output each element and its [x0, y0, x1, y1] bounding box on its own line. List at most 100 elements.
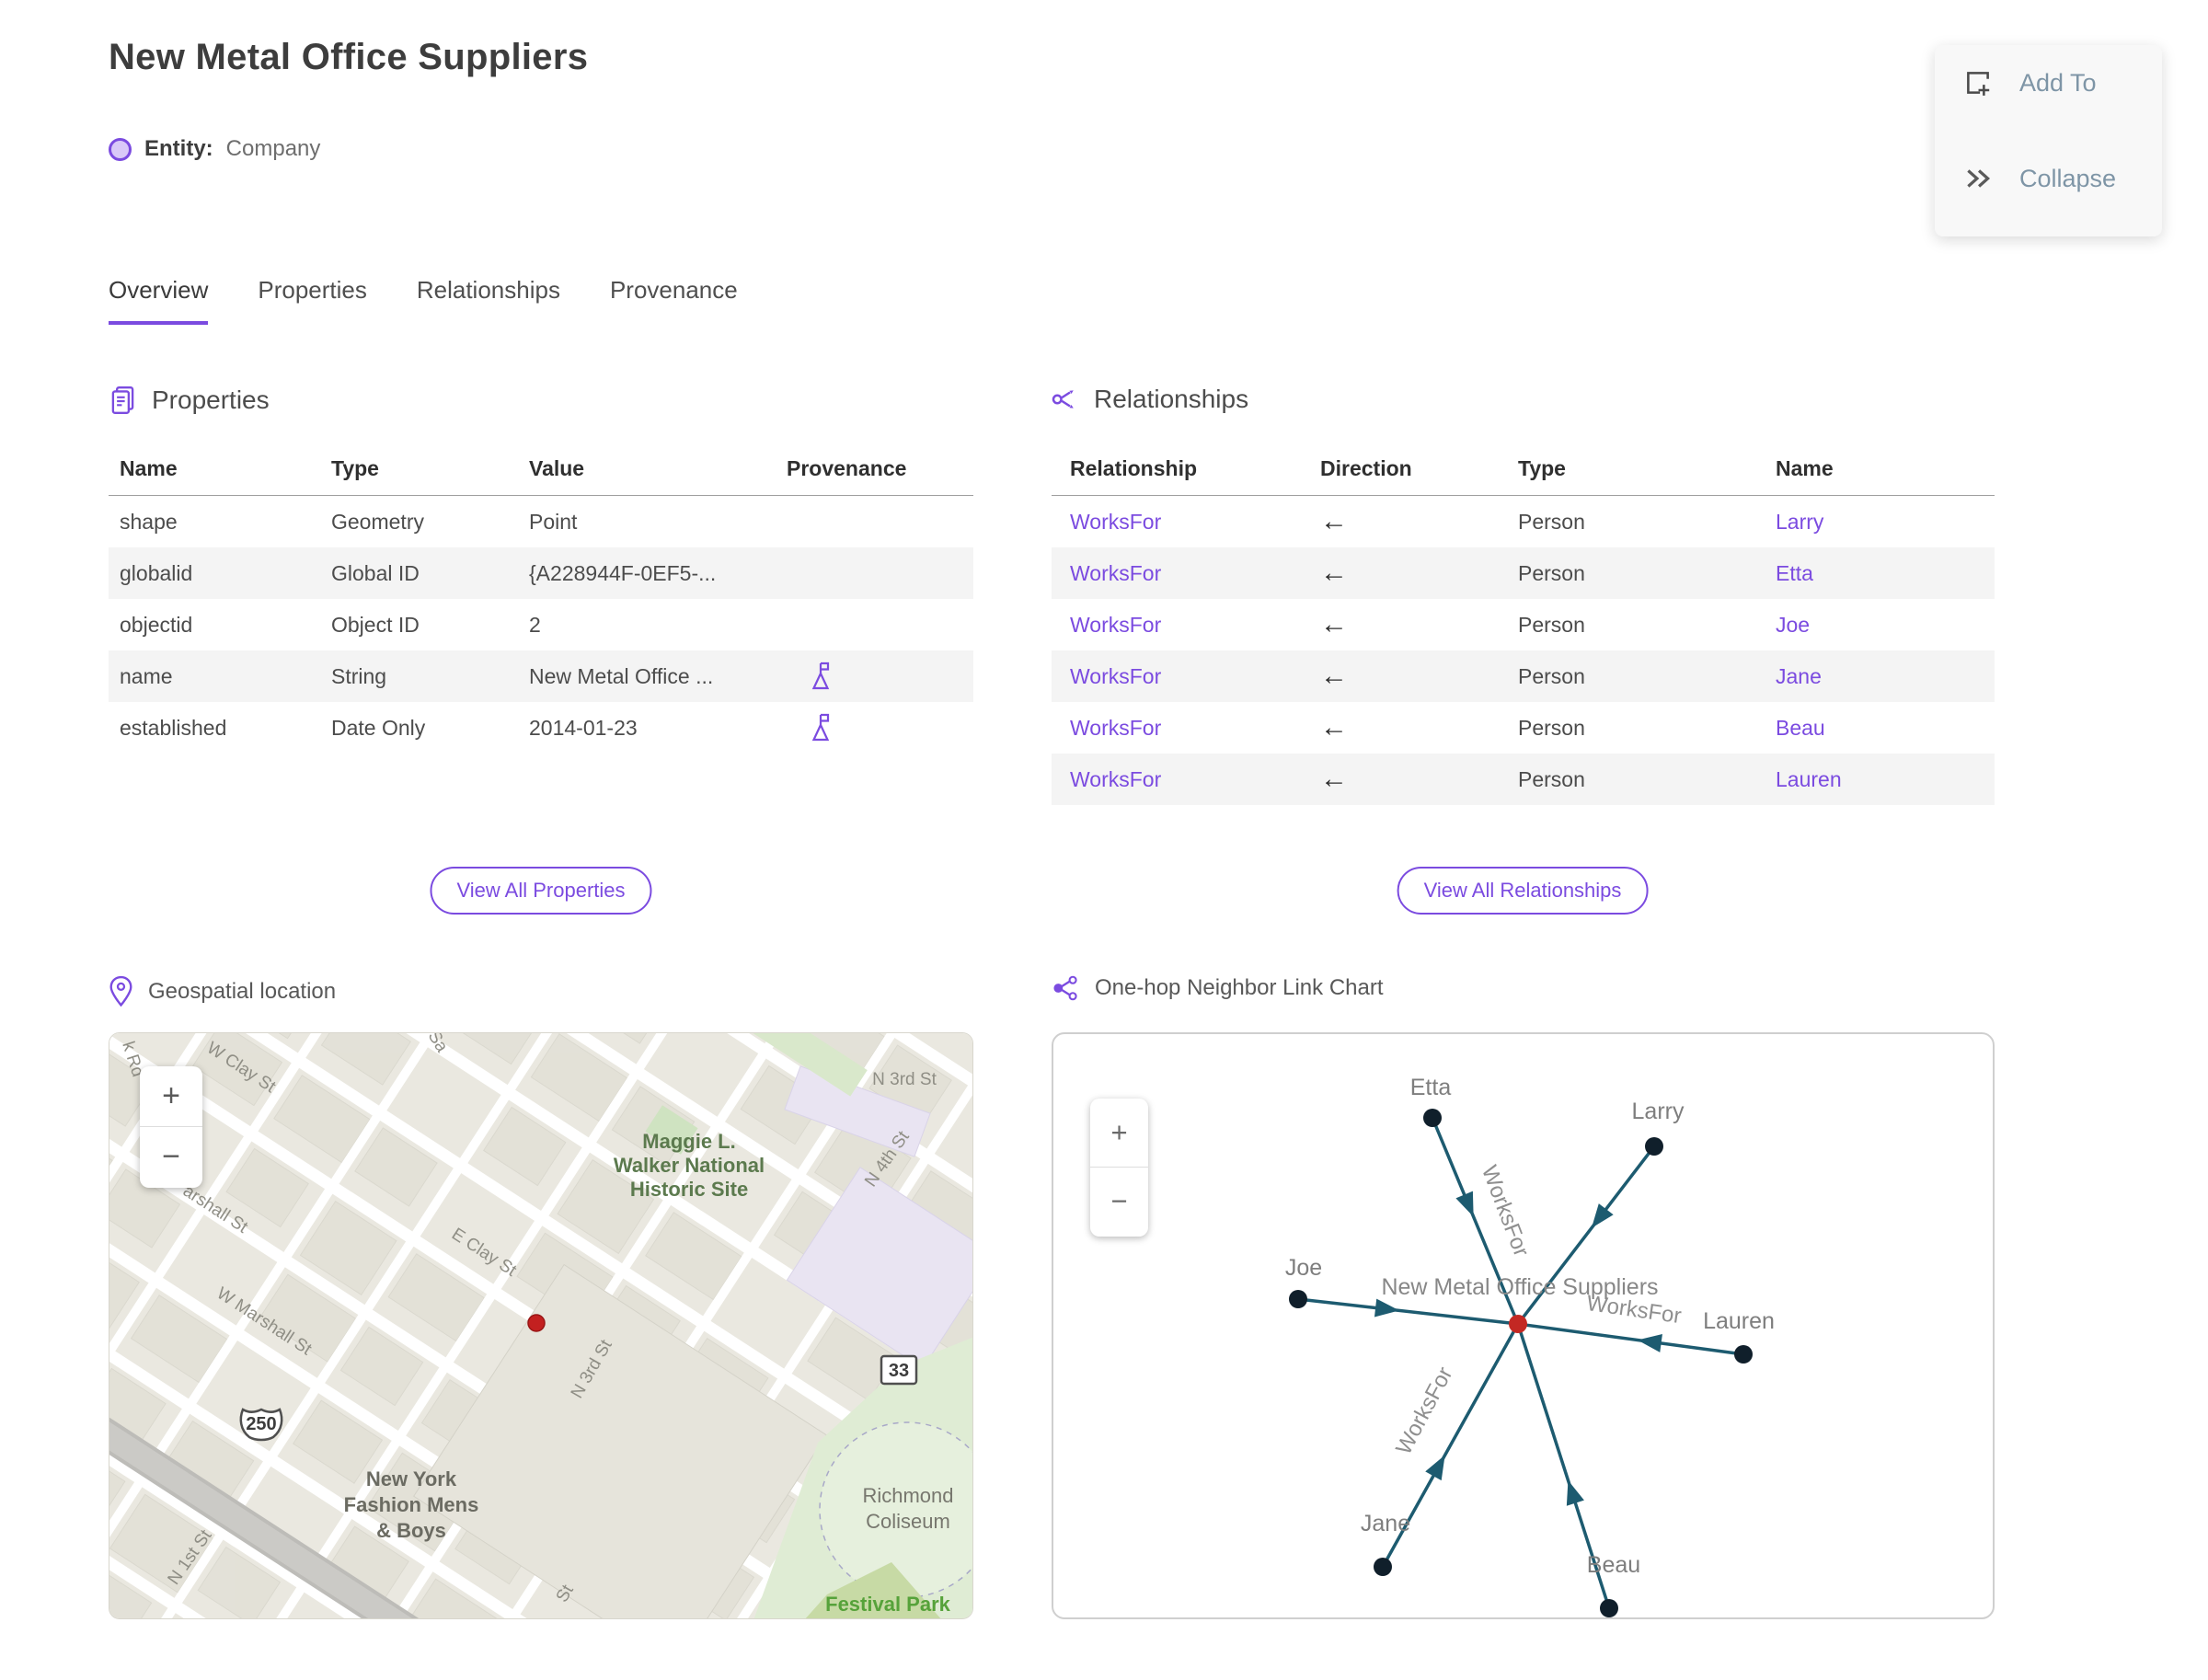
relationships-section-title: Relationships — [1094, 385, 1249, 413]
entity-name-link[interactable]: Joe — [1776, 613, 1810, 637]
add-to-icon — [1967, 72, 1990, 96]
col-header-rel-name: Name — [1776, 455, 1834, 480]
relationship-link[interactable]: WorksFor — [1070, 561, 1161, 585]
chart-center-node[interactable] — [1509, 1315, 1527, 1333]
link-chart-icon — [1053, 975, 1077, 1001]
properties-table: Name Type Value Provenance shape Geometry… — [109, 442, 973, 754]
map-poi-label: Fashion Mens — [344, 1493, 479, 1516]
map-poi-label: Historic Site — [630, 1178, 748, 1201]
relationships-table: Relationship Direction Type Name WorksFo… — [1052, 442, 1995, 805]
relationship-link[interactable]: WorksFor — [1070, 664, 1161, 688]
map-poi-label: Richmond — [862, 1484, 953, 1507]
tab-provenance[interactable]: Provenance — [610, 276, 738, 325]
tab-bar: Overview Properties Relationships Proven… — [109, 276, 738, 325]
chart-node[interactable] — [1289, 1290, 1307, 1308]
chart-node-label: Beau — [1587, 1552, 1640, 1578]
map-poi-label: Festival Park — [825, 1593, 951, 1616]
chart-node[interactable] — [1423, 1109, 1442, 1127]
map-location-marker — [527, 1314, 546, 1332]
chart-zoom-out-button[interactable]: − — [1090, 1167, 1148, 1236]
map-poi-label: & Boys — [376, 1519, 446, 1542]
entity-row: Entity: Company — [109, 136, 320, 162]
property-name-cell: shape — [120, 509, 178, 534]
table-row: objectid Object ID 2 — [109, 599, 973, 650]
entity-label: Entity: — [144, 136, 213, 161]
table-row: WorksFor ← Person Beau — [1052, 702, 1995, 754]
chart-zoom-in-button[interactable]: + — [1090, 1099, 1148, 1167]
entity-name-cell: Larry — [1776, 510, 1995, 535]
chart-node[interactable] — [1734, 1345, 1753, 1364]
link-chart-graph: WorksForWorksForWorksForNew Metal Office… — [1285, 1075, 1775, 1617]
chart-edge — [1297, 1297, 1519, 1326]
table-row: WorksFor ← Person Lauren — [1052, 754, 1995, 805]
provenance-flag-icon[interactable] — [807, 712, 834, 743]
property-type-cell: Date Only — [331, 715, 426, 740]
collapse-button[interactable]: Collapse — [1962, 163, 2116, 194]
collapse-label: Collapse — [2019, 164, 2117, 192]
chart-node-label: Etta — [1410, 1075, 1452, 1100]
entity-name-link[interactable]: Lauren — [1776, 767, 1842, 791]
entity-detail-page: New Metal Office Suppliers Entity: Compa… — [0, 0, 2208, 1680]
relationships-table-body: WorksFor ← Person Larry WorksFor ← Person Etta W… — [1052, 496, 1995, 805]
table-row: WorksFor ← Person Jane — [1052, 650, 1995, 702]
relationship-link[interactable]: WorksFor — [1070, 767, 1161, 791]
relationship-type-cell: WorksFor — [1070, 664, 1320, 689]
property-provenance-cell — [787, 661, 973, 692]
relationship-link[interactable]: WorksFor — [1070, 716, 1161, 740]
add-to-button[interactable]: Add To — [1962, 67, 2097, 98]
view-all-properties-button[interactable]: View All Properties — [430, 867, 652, 915]
entity-type-cell: Person — [1518, 715, 1585, 740]
chart-node[interactable] — [1600, 1599, 1618, 1617]
entity-name-cell: Etta — [1776, 561, 1995, 586]
property-value-cell: 2014-01-23 — [529, 715, 638, 740]
entity-name-link[interactable]: Beau — [1776, 716, 1825, 740]
map-zoom-out-button[interactable]: − — [140, 1126, 202, 1187]
entity-name-link[interactable]: Etta — [1776, 561, 1813, 585]
direction-cell: ← — [1320, 506, 1518, 537]
chart-node[interactable] — [1374, 1558, 1392, 1576]
table-row: globalid Global ID {A228944F-0EF5-... — [109, 547, 973, 599]
map-canvas[interactable]: k Rd W Clay St Sa arshall St W Marshall St E … — [109, 1032, 973, 1619]
tab-relationships[interactable]: Relationships — [417, 276, 560, 325]
col-header-relationship: Relationship — [1070, 455, 1198, 480]
property-type-cell: Object ID — [331, 612, 420, 637]
property-name-cell: objectid — [120, 612, 193, 637]
geospatial-section-title: Geospatial location — [148, 978, 337, 1004]
map-zoom-in-button[interactable]: + — [140, 1066, 202, 1126]
add-to-label: Add To — [2019, 68, 2097, 97]
table-row: WorksFor ← Person Etta — [1052, 547, 1995, 599]
chart-edge-arrow — [1637, 1334, 1662, 1352]
property-type-cell: String — [331, 663, 387, 688]
relationship-link[interactable]: WorksFor — [1070, 510, 1161, 534]
entity-type-cell: Person — [1518, 766, 1585, 791]
entity-name-link[interactable]: Larry — [1776, 510, 1823, 534]
relationship-type-cell: WorksFor — [1070, 561, 1320, 586]
tab-overview[interactable]: Overview — [109, 276, 209, 325]
chart-node-label: Joe — [1285, 1255, 1322, 1281]
table-row: shape Geometry Point — [109, 496, 973, 547]
entity-name-link[interactable]: Jane — [1776, 664, 1822, 688]
tab-properties[interactable]: Properties — [258, 276, 367, 325]
view-all-relationships-button[interactable]: View All Relationships — [1397, 867, 1649, 915]
properties-icon — [111, 386, 134, 414]
property-value-cell: {A228944F-0EF5-... — [529, 560, 717, 585]
relationships-section-header: Relationships — [1052, 385, 1248, 414]
map-poi-label: Maggie L. — [642, 1130, 735, 1153]
chart-node[interactable] — [1645, 1137, 1663, 1156]
provenance-flag-icon[interactable] — [807, 661, 834, 692]
relationship-link[interactable]: WorksFor — [1070, 613, 1161, 637]
table-row: established Date Only 2014-01-23 — [109, 702, 973, 754]
col-header-rel-type: Type — [1518, 455, 1566, 480]
direction-cell: ← — [1320, 661, 1518, 692]
link-chart-canvas[interactable]: WorksFor WorksFor WorksFor New Metal Office… — [1052, 1032, 1995, 1619]
map-route-shield: 250 — [239, 1408, 283, 1442]
direction-arrow: ← — [1320, 661, 1348, 691]
map-poi-label: New York — [366, 1467, 457, 1490]
col-header-type: Type — [331, 455, 379, 480]
link-chart-section-header: One-hop Neighbor Link Chart — [1052, 975, 1384, 1001]
relationship-type-cell: WorksFor — [1070, 716, 1320, 741]
direction-arrow: ← — [1320, 506, 1348, 536]
relationship-type-cell: WorksFor — [1070, 510, 1320, 535]
map-pin-icon — [109, 975, 132, 1007]
property-name-cell: globalid — [120, 560, 193, 585]
